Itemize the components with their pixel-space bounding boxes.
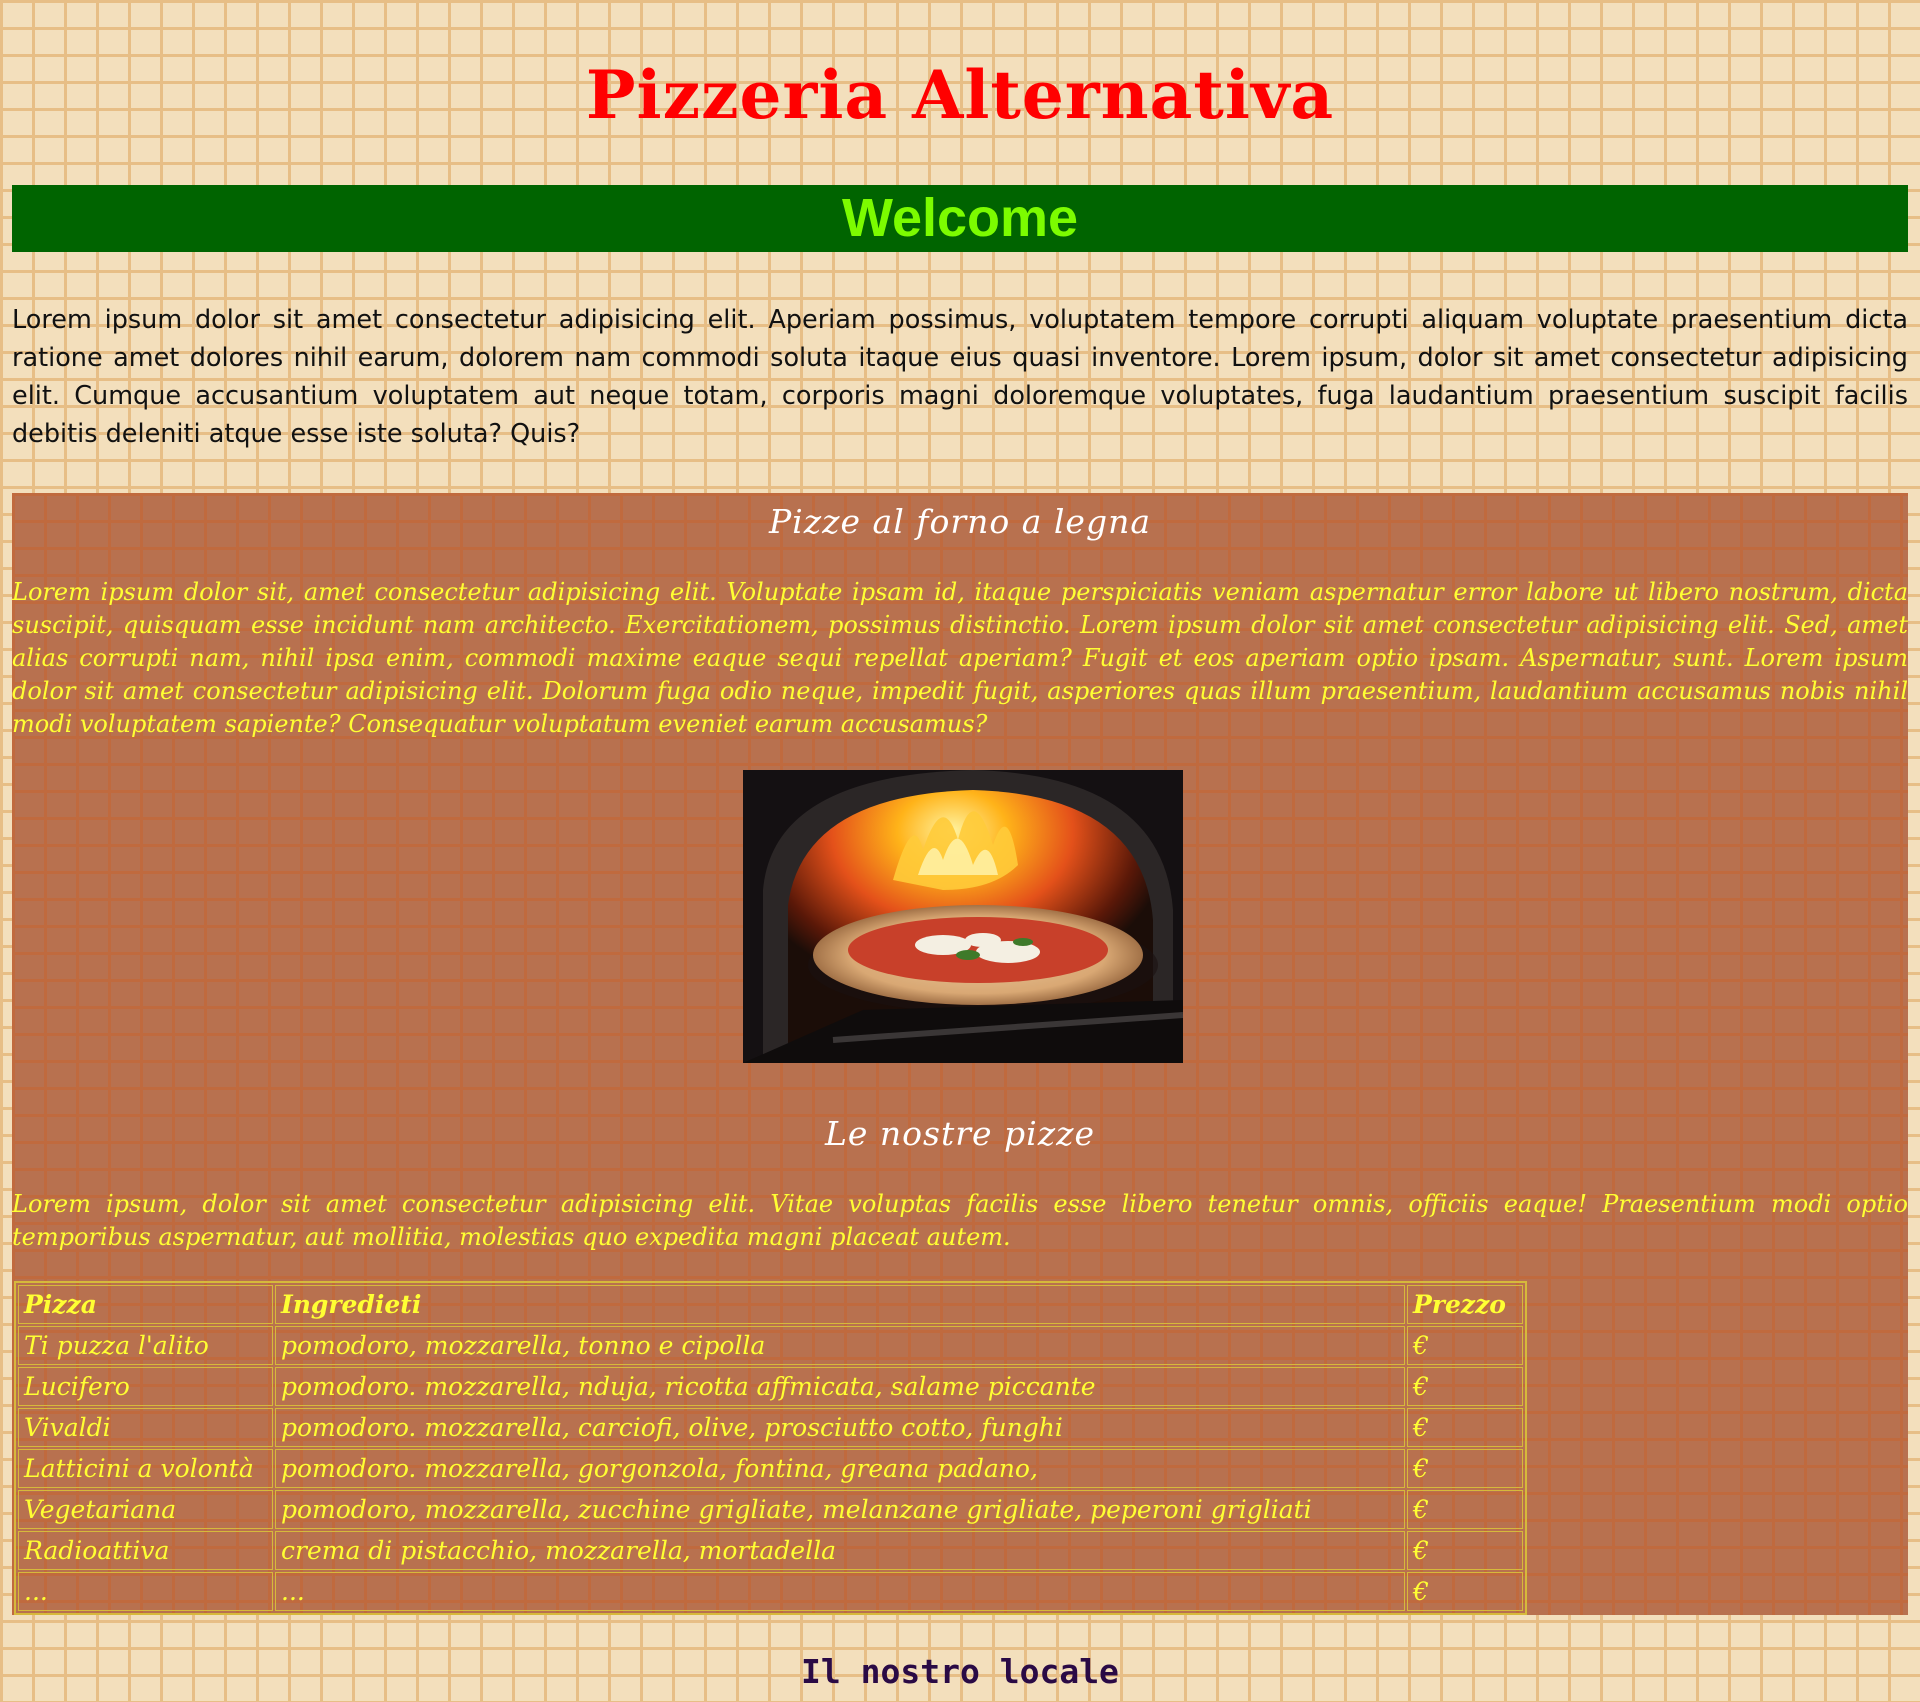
pizza-price: € xyxy=(1407,1490,1523,1529)
pizza-name: Lucifero xyxy=(18,1367,273,1406)
intro-paragraph: Lorem ipsum dolor sit amet consectetur a… xyxy=(12,305,1908,449)
pizza-oven-photo xyxy=(743,770,1183,1063)
pizza-section: Pizze al forno a legna Lorem ipsum dolor… xyxy=(12,493,1908,1615)
table-row: Vegetariana pomodoro, mozzarella, zucchi… xyxy=(18,1490,1523,1529)
pizza-name: Ti puzza l'alito xyxy=(18,1326,273,1365)
pizza-price: € xyxy=(1407,1572,1523,1611)
table-row: Ti puzza l'alito pomodoro, mozzarella, t… xyxy=(18,1326,1523,1365)
footer-heading: Il nostro locale xyxy=(801,1652,1119,1691)
header-pizza: Pizza xyxy=(18,1285,273,1324)
header-ingredients: Ingredieti xyxy=(275,1285,1405,1324)
welcome-banner: Welcome xyxy=(12,185,1908,252)
pizza-price: € xyxy=(1407,1531,1523,1570)
pizza-ingredients: crema di pistacchio, mozzarella, mortade… xyxy=(275,1531,1405,1570)
pizza-ingredients: pomodoro. mozzarella, gorgonzola, fontin… xyxy=(275,1449,1405,1488)
pizza-name: Radioattiva xyxy=(18,1531,273,1570)
pizza-menu-table: Pizza Ingredieti Prezzo Ti puzza l'alito… xyxy=(14,1281,1527,1615)
table-row: Latticini a volontà pomodoro. mozzarella… xyxy=(18,1449,1523,1488)
table-row: Vivaldi pomodoro. mozzarella, carciofi, … xyxy=(18,1408,1523,1447)
pizza-price: € xyxy=(1407,1408,1523,1447)
pizza-price: € xyxy=(1407,1367,1523,1406)
header-price: Prezzo xyxy=(1407,1285,1523,1324)
table-row: ... ... € xyxy=(18,1572,1523,1611)
welcome-heading: Welcome xyxy=(841,188,1079,248)
pizza-price: € xyxy=(1407,1326,1523,1365)
site-title: Pizzeria Alternativa xyxy=(585,56,1335,134)
pizza-name: ... xyxy=(18,1572,273,1611)
table-row: Radioattiva crema di pistacchio, mozzare… xyxy=(18,1531,1523,1570)
menu-section-heading: Le nostre pizze xyxy=(824,1114,1096,1153)
menu-section-paragraph: Lorem ipsum, dolor sit amet consectetur … xyxy=(12,1190,1908,1251)
pizza-oven-illustration xyxy=(743,770,1183,1063)
pizza-name: Latticini a volontà xyxy=(18,1449,273,1488)
table-row: Lucifero pomodoro. mozzarella, nduja, ri… xyxy=(18,1367,1523,1406)
pizza-ingredients: pomodoro. mozzarella, carciofi, olive, p… xyxy=(275,1408,1405,1447)
pizza-price: € xyxy=(1407,1449,1523,1488)
oven-section-paragraph: Lorem ipsum dolor sit, amet consectetur … xyxy=(12,578,1908,738)
pizza-ingredients: pomodoro, mozzarella, tonno e cipolla xyxy=(275,1326,1405,1365)
pizza-ingredients: pomodoro. mozzarella, nduja, ricotta aff… xyxy=(275,1367,1405,1406)
pizza-ingredients: ... xyxy=(275,1572,1405,1611)
oven-section-heading: Pizze al forno a legna xyxy=(768,502,1152,541)
pizza-ingredients: pomodoro, mozzarella, zucchine grigliate… xyxy=(275,1490,1405,1529)
pizza-name: Vivaldi xyxy=(18,1408,273,1447)
pizza-name: Vegetariana xyxy=(18,1490,273,1529)
table-header-row: Pizza Ingredieti Prezzo xyxy=(18,1285,1523,1324)
